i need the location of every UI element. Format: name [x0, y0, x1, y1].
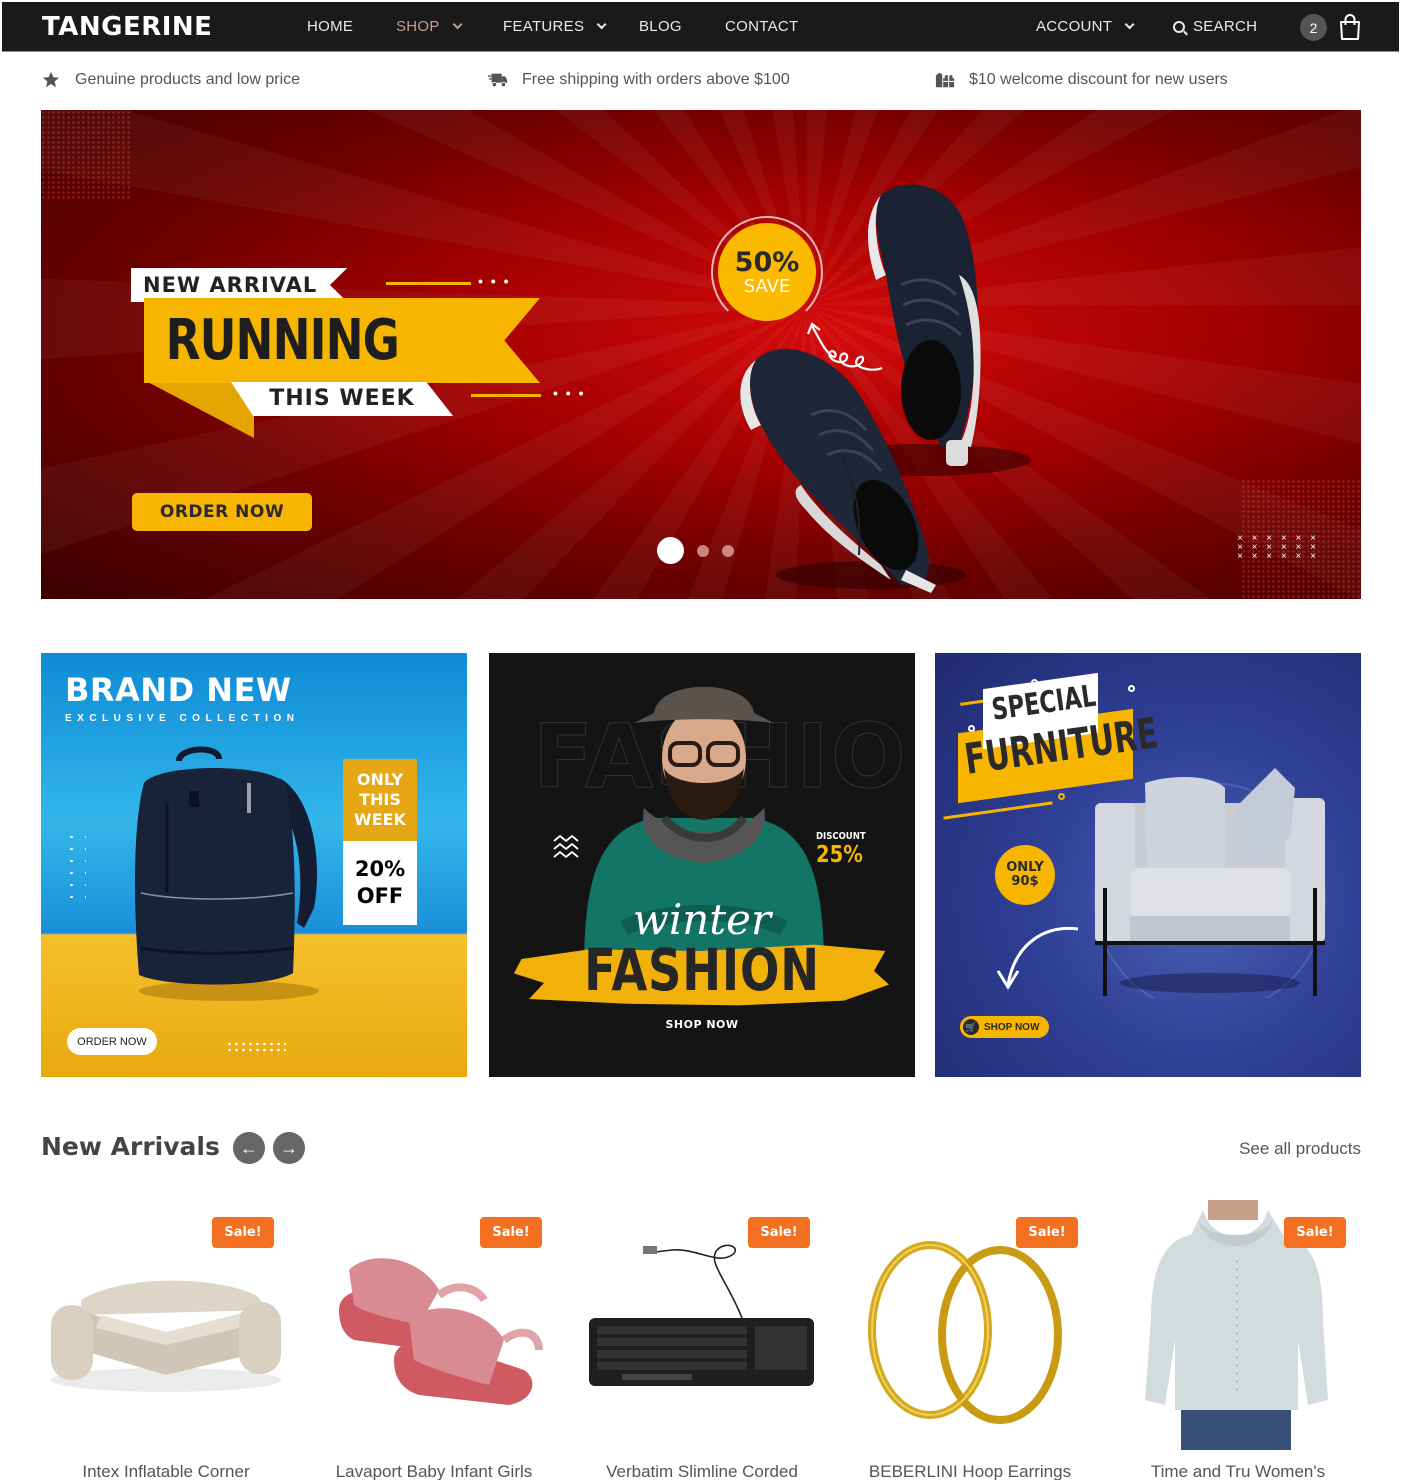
- product-card[interactable]: Sale! Time and Tru Women's: [1113, 1200, 1363, 1480]
- star-icon: [42, 71, 60, 88]
- product-name[interactable]: BEBERLINI Hoop Earrings: [845, 1462, 1095, 1480]
- nav-features[interactable]: FEATURES: [503, 18, 607, 35]
- promo-title: BRAND NEW: [65, 671, 292, 709]
- carousel-next-button[interactable]: →: [273, 1132, 305, 1164]
- nav-home[interactable]: HOME: [307, 18, 353, 35]
- promo-title: FASHION: [584, 936, 820, 1004]
- circle-decoration: [1128, 685, 1135, 692]
- decorative-dots: • • •: [553, 385, 586, 401]
- arrow-left-icon: ←: [240, 1137, 258, 1158]
- curved-arrow-icon: [996, 926, 1079, 990]
- cart-count-badge[interactable]: 2: [1300, 14, 1327, 41]
- slide-dot-2[interactable]: [697, 544, 709, 557]
- search-label: SEARCH: [1193, 18, 1258, 35]
- nav-blog-label: BLOG: [639, 18, 682, 35]
- info-text: $10 welcome discount for new users: [969, 71, 1228, 88]
- search-icon: [1173, 20, 1185, 33]
- cart-icon: 🛒: [963, 1019, 979, 1035]
- product-card[interactable]: Sale! Lavaport Baby Infant Girls: [309, 1200, 559, 1480]
- promo-shop-now-button[interactable]: SHOP NOW: [489, 1018, 915, 1031]
- promo-winter-fashion[interactable]: FASHION DISCOUNT 25% FASHION winter SHOP…: [489, 653, 915, 1077]
- site-logo[interactable]: TANGERINE: [42, 12, 212, 42]
- promo-week-label: ONLY THIS WEEK: [343, 759, 417, 841]
- promo-shop-now-button[interactable]: 🛒 SHOP NOW: [960, 1016, 1049, 1038]
- chevron-down-icon: [596, 19, 607, 30]
- nav-features-label: FEATURES: [503, 18, 585, 35]
- truck-icon: [488, 73, 508, 88]
- promo-brand-new[interactable]: BRAND NEW EXCLUSIVE COLLECTION ONLY THIS…: [41, 653, 467, 1077]
- product-card[interactable]: Sale! Intex Inflatable Corner: [41, 1200, 291, 1480]
- see-all-products-link[interactable]: See all products: [1239, 1139, 1361, 1159]
- decorative-dots: • • •: [478, 273, 511, 289]
- running-shoes-image: [740, 184, 1031, 593]
- product-name[interactable]: Time and Tru Women's: [1113, 1462, 1363, 1480]
- dot-grid-decoration: [226, 1041, 286, 1055]
- hero-tag: NEW ARRIVAL: [131, 268, 348, 302]
- promo-discount-label: DISCOUNT: [816, 831, 866, 842]
- sale-badge: Sale!: [1284, 1217, 1346, 1248]
- info-text: Genuine products and low price: [75, 71, 301, 88]
- info-genuine: Genuine products and low price: [41, 71, 300, 89]
- promo-discount: 20% OFF: [343, 841, 417, 925]
- nav-home-label: HOME: [307, 18, 354, 35]
- promo-shop-now-label: SHOP NOW: [984, 1021, 1040, 1033]
- circle-decoration: [1058, 793, 1065, 800]
- slide-dot-1[interactable]: [657, 537, 684, 564]
- gift-icon: [935, 72, 955, 88]
- hero-banner[interactable]: NEW ARRIVAL RUNNING SHOES THIS WEEK • • …: [41, 110, 1361, 599]
- nav-account[interactable]: ACCOUNT: [1036, 18, 1135, 35]
- product-card[interactable]: Sale! BEBERLINI Hoop Earrings: [845, 1200, 1095, 1480]
- hero-order-now-button[interactable]: ORDER NOW: [132, 493, 312, 531]
- halftone-decoration: [41, 110, 131, 200]
- hero-title: RUNNING SHOES: [144, 298, 540, 383]
- nav-blog[interactable]: BLOG: [639, 18, 682, 35]
- top-navbar: TANGERINE HOME SHOP FEATURES BLOG CONTAC…: [2, 2, 1399, 52]
- promo-special-furniture[interactable]: SPECIAL FURNITURE ONLY 90$ 🛒 SHOP NOW: [935, 653, 1361, 1077]
- promo-order-now-button[interactable]: ORDER NOW: [67, 1028, 157, 1055]
- armchair-image: [1094, 768, 1326, 998]
- section-title-new-arrivals: New Arrivals: [41, 1132, 220, 1161]
- info-discount: $10 welcome discount for new users: [935, 71, 1228, 89]
- x-pattern-decoration: × × × × × × × × × × × × × × × × × ×: [1237, 533, 1319, 562]
- decorative-line: [471, 394, 541, 397]
- hero-subtitle: THIS WEEK: [231, 382, 453, 416]
- sale-badge: Sale!: [1016, 1217, 1078, 1248]
- product-name[interactable]: Verbatim Slimline Corded: [577, 1462, 827, 1480]
- nav-shop-label: SHOP: [396, 18, 440, 35]
- slide-dot-3[interactable]: [722, 544, 734, 557]
- sale-badge: Sale!: [480, 1217, 542, 1248]
- dot-grid-decoration: [64, 831, 86, 901]
- nav-account-label: ACCOUNT: [1036, 18, 1113, 35]
- product-name[interactable]: Lavaport Baby Infant Girls: [309, 1462, 559, 1480]
- shopping-bag-icon[interactable]: [1337, 13, 1363, 41]
- promo-script-title: winter: [632, 895, 772, 944]
- carousel-prev-button[interactable]: ←: [233, 1132, 265, 1164]
- chevron-down-icon: [452, 19, 463, 30]
- search-button[interactable]: SEARCH: [1173, 18, 1257, 35]
- info-shipping: Free shipping with orders above $100: [488, 71, 790, 89]
- promo-price-badge: ONLY 90$: [995, 845, 1055, 905]
- nav-contact-label: CONTACT: [725, 18, 799, 35]
- sale-badge: Sale!: [212, 1217, 274, 1248]
- promo-subtitle: EXCLUSIVE COLLECTION: [65, 713, 300, 724]
- nav-shop[interactable]: SHOP: [396, 18, 463, 35]
- decorative-line: [386, 282, 471, 285]
- zigzag-decoration: [553, 835, 579, 859]
- chevron-down-icon: [1124, 19, 1135, 30]
- sale-badge: Sale!: [748, 1217, 810, 1248]
- arrow-right-icon: →: [280, 1137, 298, 1158]
- slider-pagination: [657, 537, 734, 564]
- promo-discount-value: 25%: [816, 842, 863, 868]
- product-card[interactable]: Sale! Verbatim Slimline Corded: [577, 1200, 827, 1480]
- backpack-image: [134, 746, 319, 1001]
- nav-contact[interactable]: CONTACT: [725, 18, 798, 35]
- product-name[interactable]: Intex Inflatable Corner: [41, 1462, 291, 1480]
- info-text: Free shipping with orders above $100: [522, 71, 790, 88]
- decorative-line: [943, 801, 1053, 820]
